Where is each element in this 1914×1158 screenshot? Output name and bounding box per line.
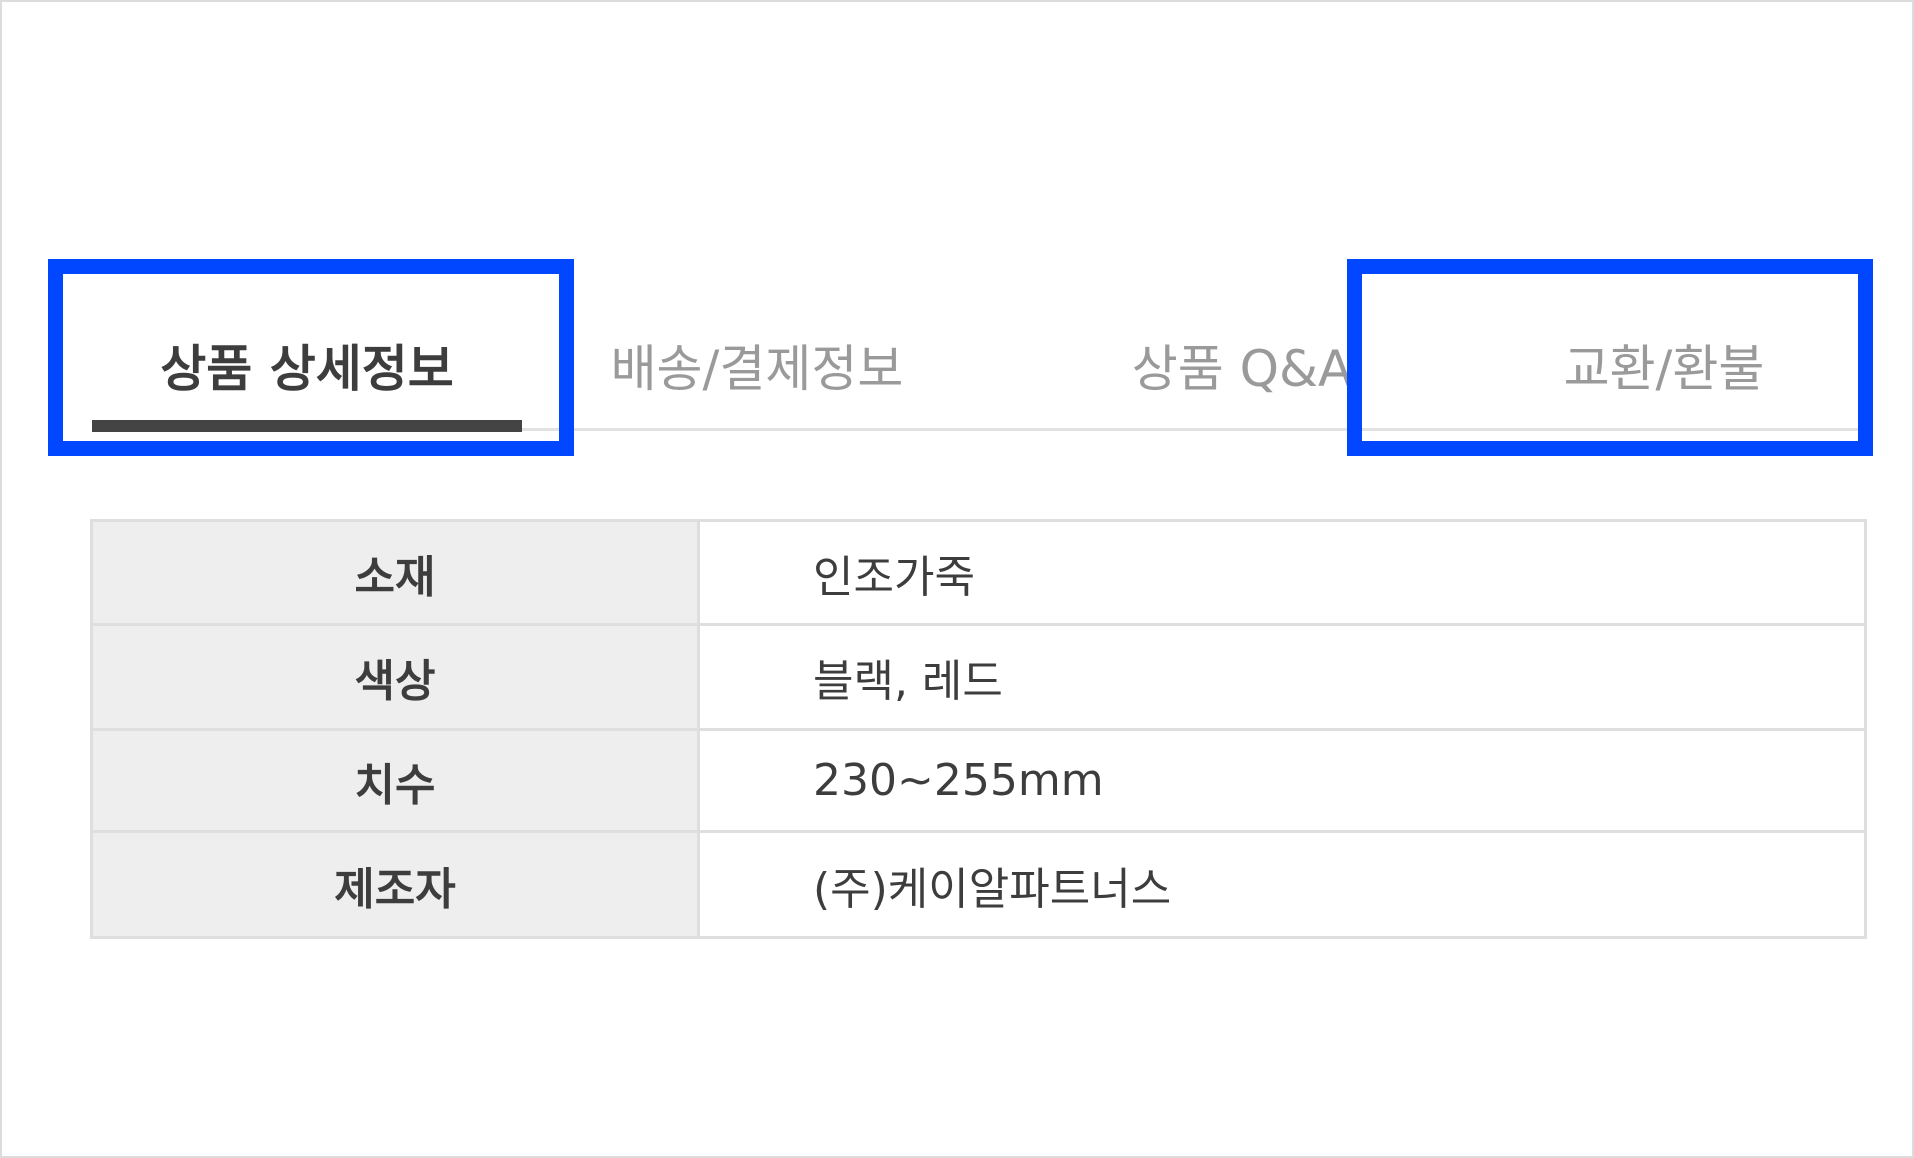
active-tab-indicator xyxy=(92,420,522,432)
table-row: 색상 블랙, 레드 xyxy=(90,623,1867,731)
tab-product-qna-label: 상품 Q&A xyxy=(1131,340,1353,398)
tab-exchange-refund[interactable]: 교환/환불 xyxy=(1462,302,1866,428)
spec-value-size: 230~255mm xyxy=(697,728,1867,833)
spec-label-material: 소재 xyxy=(90,519,700,626)
spec-value-material: 인조가죽 xyxy=(697,519,1867,626)
tab-exchange-refund-label: 교환/환불 xyxy=(1563,340,1765,398)
tab-product-details-label: 상품 상세정보 xyxy=(160,340,454,398)
product-tab-bar: 상품 상세정보 배송/결제정보 상품 Q&A 교환/환불 xyxy=(92,302,1866,432)
table-row: 제조자 (주)케이알파트너스 xyxy=(90,830,1867,939)
tab-product-details[interactable]: 상품 상세정보 xyxy=(92,302,522,432)
tab-shipping-payment-label: 배송/결제정보 xyxy=(610,340,904,398)
page-frame: 상품 상세정보 배송/결제정보 상품 Q&A 교환/환불 소재 인조가죽 색상 … xyxy=(0,0,1914,1158)
spec-label-color: 색상 xyxy=(90,623,700,731)
tab-shipping-payment[interactable]: 배송/결제정보 xyxy=(562,302,952,428)
spec-value-manufacturer: (주)케이알파트너스 xyxy=(697,830,1867,939)
spec-label-manufacturer: 제조자 xyxy=(90,830,700,939)
spec-value-color: 블랙, 레드 xyxy=(697,623,1867,731)
table-row: 소재 인조가죽 xyxy=(90,519,1867,626)
spec-label-size: 치수 xyxy=(90,728,700,833)
table-row: 치수 230~255mm xyxy=(90,728,1867,833)
product-spec-table: 소재 인조가죽 색상 블랙, 레드 치수 230~255mm 제조자 (주)케이… xyxy=(90,519,1867,939)
tab-product-qna[interactable]: 상품 Q&A xyxy=(1022,302,1462,428)
